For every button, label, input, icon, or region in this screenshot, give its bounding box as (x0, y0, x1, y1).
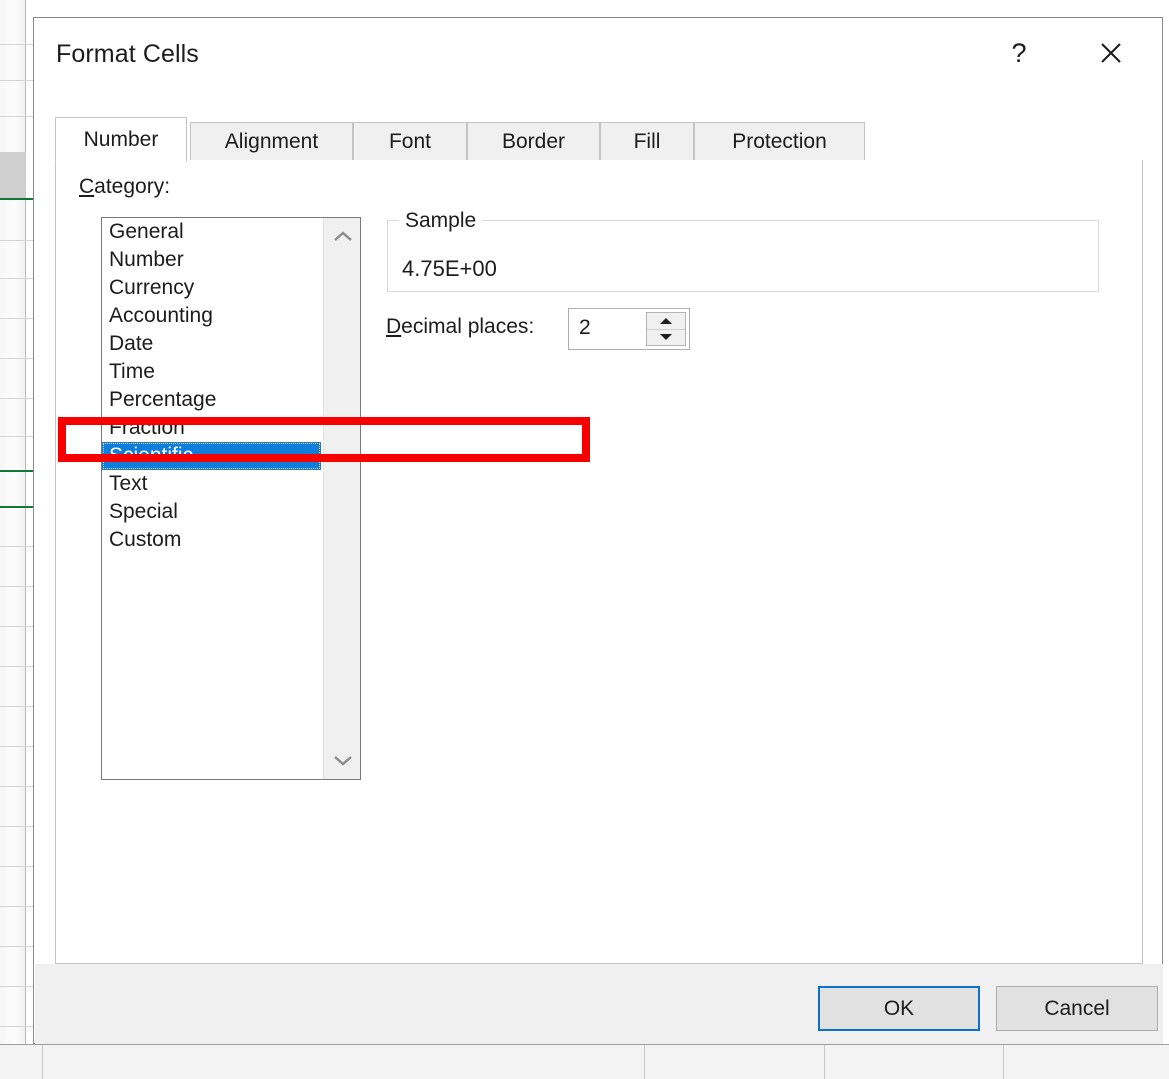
list-item[interactable]: Accounting (102, 302, 324, 330)
grid-row-line (0, 946, 33, 947)
category-listbox[interactable]: General Number Currency Accounting Date … (101, 217, 361, 780)
category-label: Category: (79, 175, 170, 199)
grid-row-line (0, 826, 33, 827)
list-item[interactable]: Percentage (102, 386, 324, 414)
tab-border[interactable]: Border (467, 122, 600, 161)
spinner-down-icon[interactable] (647, 330, 685, 346)
grid-row-line (0, 906, 33, 907)
grid-column-line (644, 1045, 645, 1079)
list-item-scientific-selected[interactable]: Scientific (102, 442, 321, 470)
grid-row-line (0, 240, 33, 241)
decimal-places-label: Decimal places: (386, 315, 534, 339)
grid-row-line (0, 986, 33, 987)
category-list-items: General Number Currency Accounting Date … (102, 218, 324, 554)
decimal-places-stepper[interactable]: 2 (568, 308, 690, 350)
list-item[interactable]: Fraction (102, 414, 324, 442)
list-item[interactable]: Currency (102, 274, 324, 302)
number-tab-panel: Category: General Number Currency Accoun… (55, 160, 1143, 964)
grid-row-line (0, 706, 33, 707)
chevron-down-icon[interactable] (324, 741, 360, 779)
sample-value: 4.75E+00 (402, 256, 497, 281)
selected-row-header[interactable] (0, 152, 26, 198)
spinner-buttons (646, 312, 686, 346)
decimal-places-value[interactable]: 2 (579, 316, 591, 340)
ok-button[interactable]: OK (818, 986, 980, 1031)
grid-row-line (0, 666, 33, 667)
close-icon[interactable] (1088, 32, 1134, 74)
list-item[interactable]: Time (102, 358, 324, 386)
list-item[interactable]: Text (102, 470, 324, 498)
list-item[interactable]: Date (102, 330, 324, 358)
grid-row-line (0, 398, 33, 399)
tab-fill[interactable]: Fill (600, 122, 694, 161)
decimal-places-label-rest: ecimal places: (401, 315, 535, 338)
grid-column-line (824, 1045, 825, 1079)
list-item[interactable]: Number (102, 246, 324, 274)
grid-row-line (0, 116, 33, 117)
grid-row-line (0, 866, 33, 867)
grid-row-line (0, 1026, 33, 1027)
grid-row-line (0, 318, 33, 319)
dialog-titlebar[interactable]: Format Cells ? (34, 18, 1162, 86)
grid-column-line (42, 1045, 43, 1079)
spinner-up-icon[interactable] (647, 313, 685, 330)
category-accel: C (79, 175, 95, 198)
grid-row-line (0, 786, 33, 787)
list-item[interactable]: Special (102, 498, 324, 526)
tab-number[interactable]: Number (55, 117, 187, 162)
help-icon[interactable]: ? (996, 32, 1042, 74)
category-scrollbar[interactable] (323, 218, 360, 779)
grid-row-line (0, 546, 33, 547)
dialog-tabstrip: Number Alignment Font Border Fill Protec… (55, 86, 1143, 162)
grid-row-line (0, 436, 33, 437)
list-item[interactable]: General (102, 218, 324, 246)
tab-alignment[interactable]: Alignment (190, 122, 353, 161)
grid-row-line (0, 586, 33, 587)
dialog-title: Format Cells (56, 40, 199, 68)
sample-group-title: Sample (399, 209, 483, 233)
grid-row-line (0, 80, 33, 81)
decimal-places-accel: D (386, 315, 402, 338)
tab-font[interactable]: Font (353, 122, 467, 161)
cancel-button[interactable]: Cancel (996, 986, 1158, 1031)
format-cells-dialog: Format Cells ? Number Alignment Font Bor… (33, 17, 1163, 1044)
grid-row-line (0, 44, 33, 45)
list-item[interactable]: Custom (102, 526, 324, 554)
dialog-footer: OK Cancel (35, 964, 1163, 1044)
category-label-rest: ategory: (94, 175, 171, 198)
chevron-up-icon[interactable] (324, 218, 360, 256)
grid-row-line (0, 278, 33, 279)
grid-row-line (0, 358, 33, 359)
tab-protection[interactable]: Protection (694, 122, 865, 161)
grid-row-line (0, 746, 33, 747)
grid-row-line (0, 626, 33, 627)
selection-border (0, 506, 33, 508)
grid-column-line (1003, 1045, 1004, 1079)
grid-bottom-strip (0, 1044, 1169, 1079)
selection-border (0, 198, 33, 200)
selection-border (0, 470, 33, 472)
